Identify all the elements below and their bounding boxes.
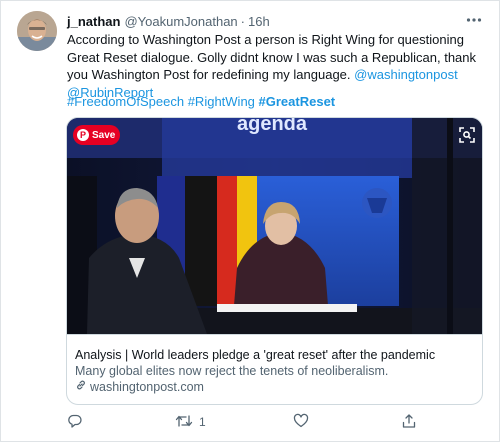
mention-washingtonpost[interactable]: @washingtonpost xyxy=(354,67,458,82)
share-icon xyxy=(401,413,417,432)
card-image[interactable]: agenda P Save xyxy=(67,118,482,334)
hashtag-line: #FreedomOfSpeech #RightWing #GreatReset xyxy=(67,93,335,110)
tweet-container[interactable]: j_nathan @YoakumJonathan · 16h According… xyxy=(0,0,500,442)
timestamp[interactable]: 16h xyxy=(248,14,270,29)
reply-button[interactable] xyxy=(67,411,83,433)
like-button[interactable] xyxy=(293,411,309,433)
image-banner-text: agenda xyxy=(237,118,308,135)
avatar[interactable] xyxy=(17,11,57,51)
card-domain-text: washingtonpost.com xyxy=(90,380,204,394)
card-description: Many global elites now reject the tenets… xyxy=(75,364,389,378)
retweet-icon xyxy=(175,413,193,432)
tweet-header: j_nathan @YoakumJonathan · 16h xyxy=(67,12,270,30)
tweet-actions: 1 xyxy=(67,411,417,433)
card-domain: washingtonpost.com xyxy=(75,379,482,396)
retweet-count: 1 xyxy=(199,415,206,429)
pinterest-icon: P xyxy=(77,129,89,141)
card-title[interactable]: Analysis | World leaders pledge a 'great… xyxy=(75,347,482,363)
separator-dot: · xyxy=(240,13,245,29)
hashtag-greatreset[interactable]: #GreatReset xyxy=(259,94,336,109)
reply-icon xyxy=(67,413,83,432)
hashtag-freedomofspeech[interactable]: #FreedomOfSpeech xyxy=(67,94,184,109)
pinterest-save-button[interactable]: P Save xyxy=(73,125,120,145)
link-card[interactable]: agenda P Save Analysis | World leaders p… xyxy=(66,117,483,405)
like-icon xyxy=(293,413,309,432)
visual-search-icon[interactable] xyxy=(458,126,476,144)
share-button[interactable] xyxy=(401,411,417,433)
card-meta[interactable]: Analysis | World leaders pledge a 'great… xyxy=(67,334,482,404)
hashtag-rightwing[interactable]: #RightWing xyxy=(188,94,255,109)
user-handle[interactable]: @YoakumJonathan xyxy=(124,14,237,29)
retweet-button[interactable]: 1 xyxy=(175,411,206,433)
tweet-text: According to Washington Post a person is… xyxy=(67,31,487,101)
display-name[interactable]: j_nathan xyxy=(67,14,120,29)
more-horizontal-icon[interactable] xyxy=(463,11,485,29)
link-icon xyxy=(75,379,87,396)
save-label: Save xyxy=(92,129,116,141)
